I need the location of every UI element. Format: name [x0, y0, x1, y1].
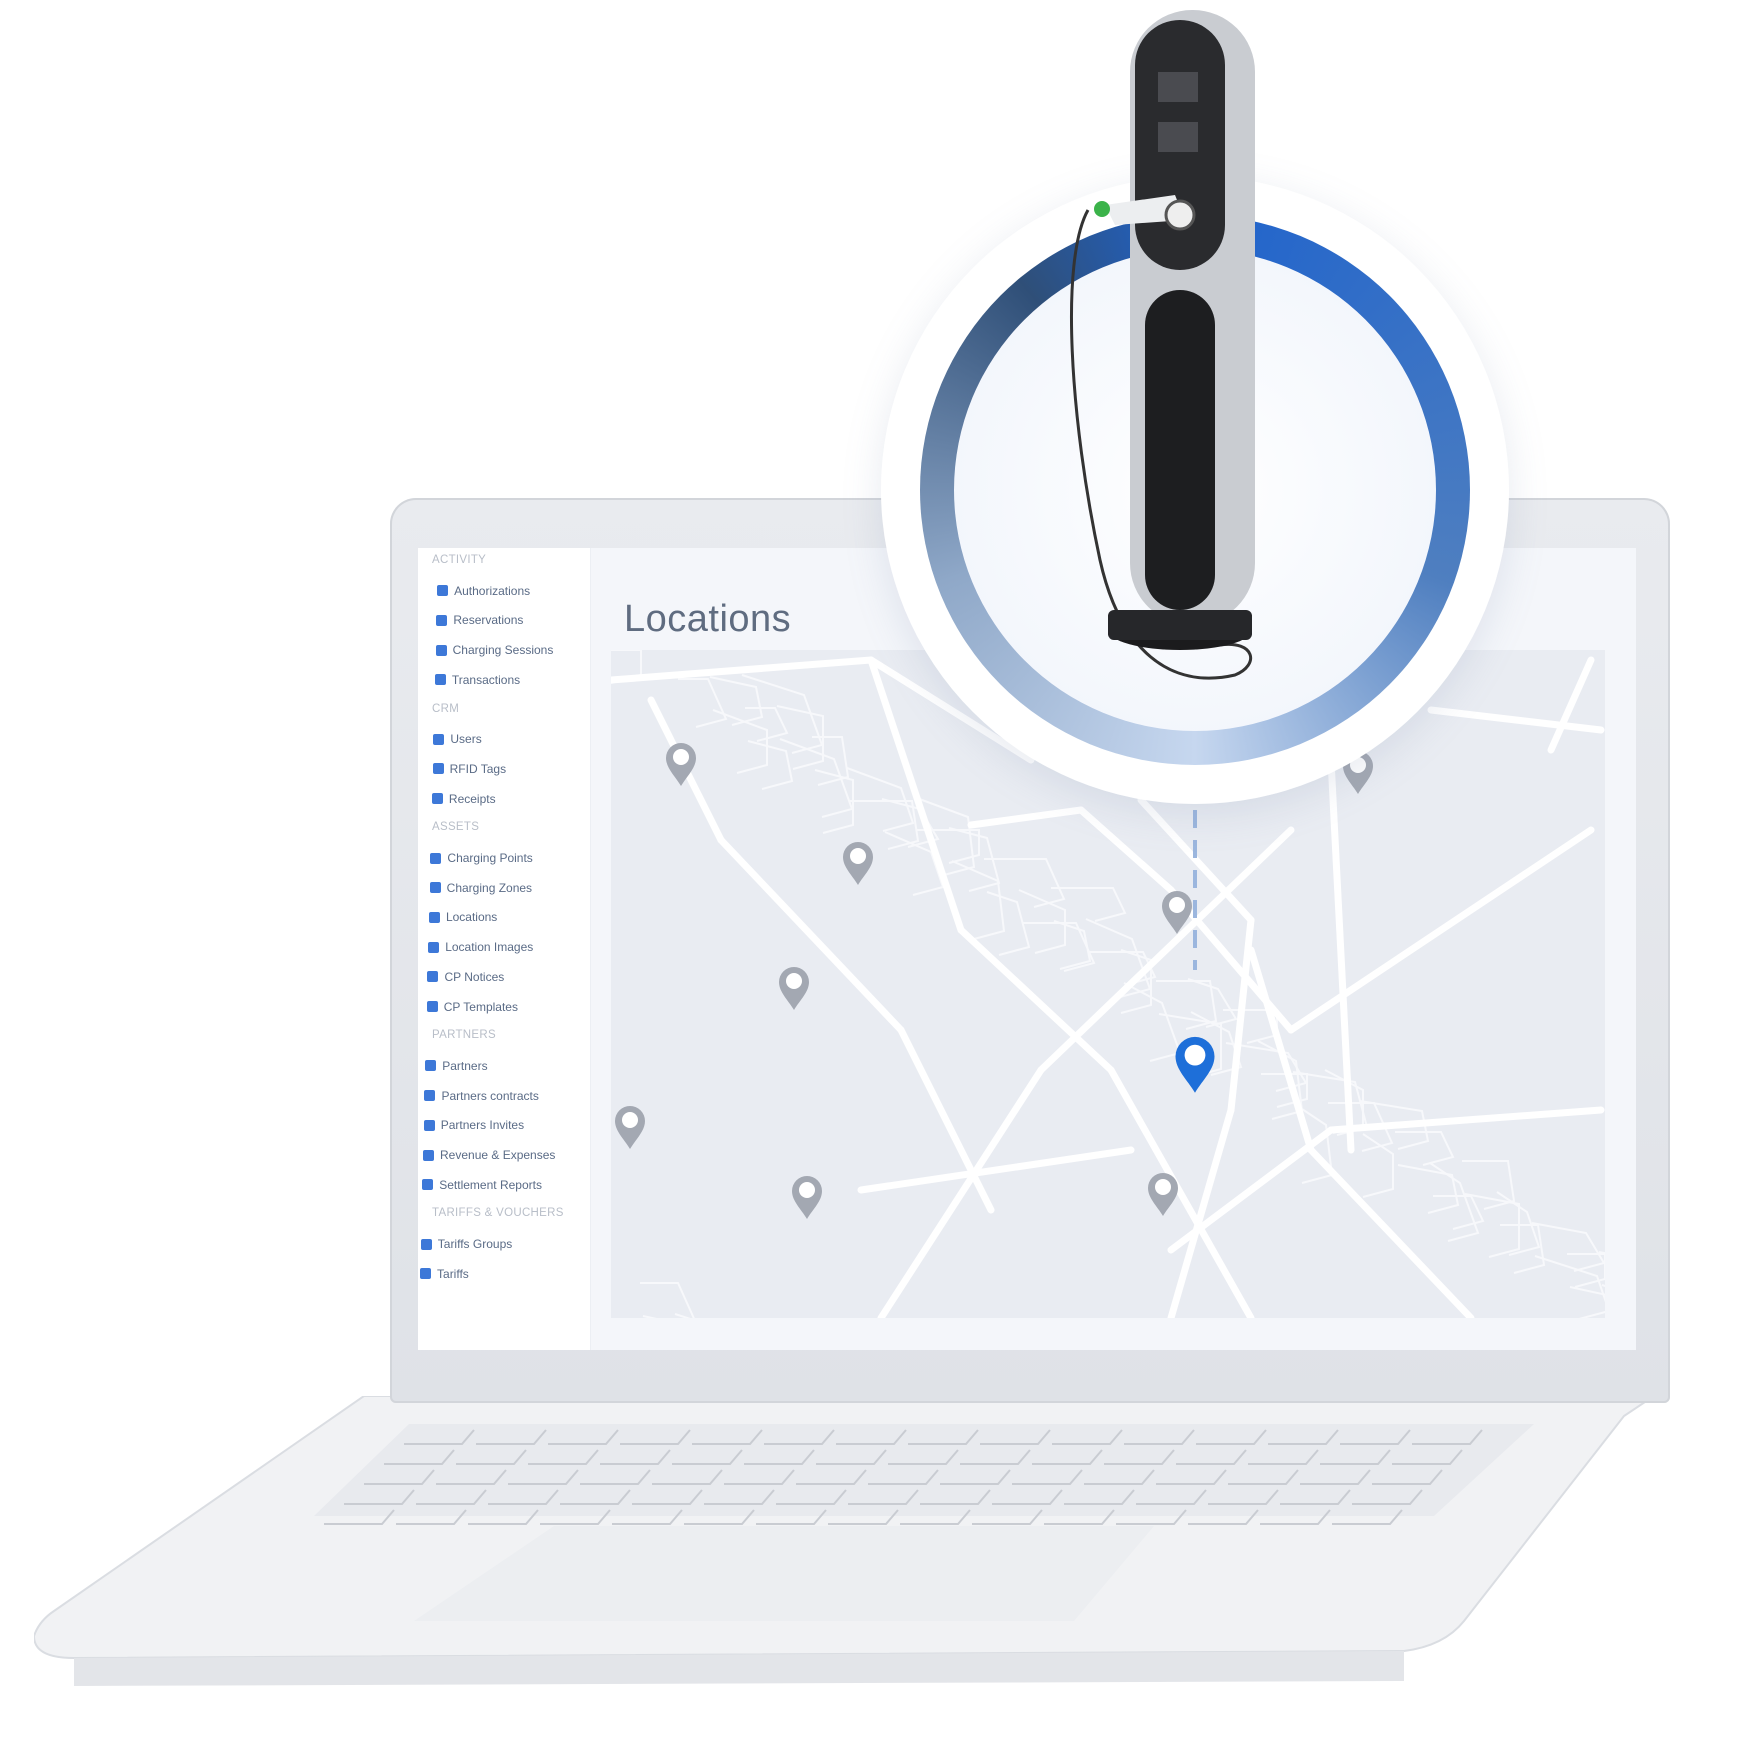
sidebar-item-label: Locations [445, 910, 498, 925]
receipt-icon [431, 793, 443, 805]
sidebar-item-reservations[interactable]: Reservations [436, 613, 523, 627]
sidebar-item-charging-points[interactable]: Charging Points [430, 851, 533, 865]
sidebar-item-label: RFID Tags [449, 761, 507, 776]
sidebar-item-label: Transactions [451, 672, 521, 687]
sidebar-item-rfid-tags[interactable]: RFID Tags [432, 761, 507, 776]
sidebar-section-crm: CRM [432, 702, 460, 715]
sidebar-item-label: Charging Zones [446, 880, 533, 895]
sidebar-item-label: Settlement Reports [439, 1177, 542, 1192]
reservation-icon [436, 614, 448, 626]
sidebar-section-assets: ASSETS [432, 821, 480, 834]
map-pin-icon [429, 882, 441, 894]
sidebar-item-label: Reservations [453, 613, 524, 628]
bolt-icon [435, 644, 447, 656]
map-icon [428, 911, 440, 923]
sidebar-item-label: Partners [442, 1058, 488, 1073]
sidebar-item-label: Tariffs [437, 1266, 469, 1281]
sidebar-item-authorizations[interactable]: Authorizations [437, 584, 530, 598]
sidebar-item-cp-templates[interactable]: CP Templates [426, 999, 518, 1014]
sidebar-item-label: Authorizations [454, 583, 531, 598]
sidebar-item-label: Tariffs Groups [437, 1237, 513, 1252]
sidebar-item-location-images[interactable]: Location Images [428, 940, 533, 954]
sidebar-section-activity: ACTIVITY [432, 554, 487, 566]
sidebar-item-partners-contracts[interactable]: Partners contracts [424, 1088, 539, 1103]
pie-chart-icon [422, 1179, 434, 1191]
ev-charger-image [1069, 10, 1255, 680]
layers-icon [420, 1238, 432, 1250]
laptop-base [34, 1396, 1654, 1686]
sidebar-item-label: Partners Invites [440, 1118, 525, 1133]
sidebar-item-charging-zones[interactable]: Charging Zones [429, 880, 533, 895]
sidebar-item-label: Revenue & Expenses [440, 1148, 556, 1162]
sidebar-item-label: CP Notices [444, 969, 505, 984]
id-card-icon [432, 763, 444, 775]
sidebar-item-label: Receipts [448, 791, 496, 806]
sidebar-item-tariffs-groups[interactable]: Tariffs Groups [420, 1237, 513, 1252]
sidebar-item-receipts[interactable]: Receipts [431, 791, 496, 806]
sidebar-item-tariffs[interactable]: Tariffs [420, 1267, 469, 1281]
sidebar-item-revenue-expenses[interactable]: Revenue & Expenses [423, 1148, 555, 1162]
sidebar-item-partners-invites[interactable]: Partners Invites [423, 1118, 525, 1133]
tags-icon [420, 1268, 432, 1280]
charging-point-icon [430, 852, 442, 864]
sidebar-item-cp-notices[interactable]: CP Notices [427, 970, 504, 984]
sidebar-item-label: Users [450, 732, 482, 747]
sidebar-item-label: Charging Points [447, 851, 533, 865]
sidebar-item-locations[interactable]: Locations [428, 910, 498, 925]
sidebar-item-charging-sessions[interactable]: Charging Sessions [435, 643, 554, 658]
sidebar-item-label: Charging Sessions [452, 643, 554, 658]
sidebar-section-tariffs-vouchers: TARIFFS & VOUCHERS [432, 1207, 564, 1220]
sidebar-section-partners: PARTNERS [432, 1029, 496, 1042]
document-icon [426, 1001, 438, 1012]
user-icon [425, 1060, 437, 1072]
sidebar-item-label: CP Templates [443, 999, 518, 1014]
sidebar-item-settlement-reports[interactable]: Settlement Reports [422, 1178, 542, 1192]
money-icon [423, 1149, 434, 1161]
sidebar: ACTIVITY Authorizations Reservations Chargi… [418, 548, 591, 1350]
envelope-icon [423, 1119, 435, 1131]
lock-icon [437, 585, 449, 597]
sidebar-item-label: Partners contracts [441, 1088, 539, 1103]
bell-icon [427, 971, 439, 983]
sidebar-item-users[interactable]: Users [433, 732, 482, 747]
users-icon [433, 733, 445, 745]
image-icon [428, 941, 440, 953]
sidebar-item-transactions[interactable]: Transactions [434, 672, 521, 687]
contract-icon [424, 1090, 436, 1102]
sidebar-item-label: Location Images [445, 940, 534, 955]
transfer-arrows-icon [434, 674, 446, 686]
sidebar-item-partners[interactable]: Partners [425, 1058, 488, 1073]
page-title: Locations [624, 598, 792, 640]
